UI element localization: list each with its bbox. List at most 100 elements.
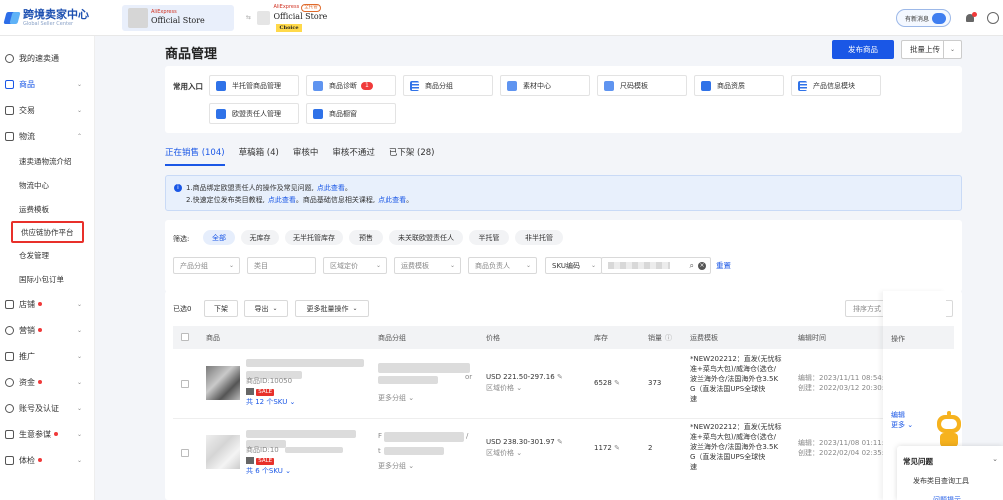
clear-icon[interactable]: × <box>698 261 706 270</box>
edit-link[interactable]: 编辑 <box>891 410 905 420</box>
chip-presale[interactable]: 预售 <box>349 230 383 245</box>
sidebar-item-account[interactable]: 账号及认证 ⌄ <box>0 395 94 421</box>
quick-entry-qualifications[interactable]: 商品资质 <box>694 75 784 96</box>
search-icon[interactable]: ⌕ <box>690 261 694 271</box>
user-icon[interactable] <box>987 12 999 24</box>
edit-icon[interactable]: ✎ <box>557 438 563 446</box>
notice-link[interactable]: 点此查看 <box>268 194 296 206</box>
quick-entry-showcase[interactable]: 商品橱窗 <box>306 103 396 124</box>
quick-entry-text: 产品信息模块 <box>813 81 855 90</box>
tab-under-review[interactable]: 审核中 <box>293 146 319 166</box>
help-icon[interactable]: ⓘ <box>665 334 672 342</box>
chevron-down-icon: ⌄ <box>76 404 82 412</box>
region-price-select[interactable]: 区域定价 ⌄ <box>323 257 387 274</box>
chip-all[interactable]: 全部 <box>203 230 235 245</box>
chip-no-eu-responsible[interactable]: 未关联欧盟责任人 <box>389 230 463 245</box>
store-tab-2[interactable]: ⇆ AliExpress 全托管 Official Store Choice <box>240 3 358 32</box>
sidebar-sub-logistics-intro[interactable]: 速卖通物流介绍 <box>0 149 94 173</box>
reset-link[interactable]: 重置 <box>716 260 731 271</box>
product-owner-select[interactable]: 商品负责人 ⌄ <box>468 257 537 274</box>
new-message-button[interactable]: 有新消息 <box>895 9 951 27</box>
account-icon <box>5 403 14 413</box>
category-input[interactable]: 类目 <box>247 257 316 274</box>
row-checkbox[interactable] <box>181 449 189 457</box>
edit-icon[interactable]: ✎ <box>614 379 620 387</box>
row-checkbox[interactable] <box>181 380 189 388</box>
quick-entry-size-template[interactable]: 尺码模板 <box>597 75 687 96</box>
chip-semi-managed[interactable]: 半托管 <box>469 230 509 245</box>
column-operation: 操作 <box>891 335 905 343</box>
region-price-link[interactable]: 区域价格 ⌄ <box>486 448 522 458</box>
select-all-checkbox[interactable] <box>181 333 189 341</box>
sidebar-item-trade[interactable]: 交易 ⌄ <box>0 97 94 123</box>
sku-count-link[interactable]: 共 6 个SKU ⌄ <box>246 466 291 476</box>
chevron-down-icon[interactable]: ⌄ <box>992 455 998 463</box>
shipping-template-select[interactable]: 运费模板 ⌄ <box>394 257 461 274</box>
help-robot-icon[interactable] <box>934 411 964 449</box>
more-link[interactable]: 更多 ⌄ <box>891 420 913 430</box>
store-switch-icon: ⇆ <box>246 14 252 21</box>
region-price-link[interactable]: 区域价格 ⌄ <box>486 383 522 393</box>
more-bulk-actions-button[interactable]: 更多批量操作 ⌄ <box>295 300 369 317</box>
logo[interactable]: 跨境卖家中心 Global Seller Center <box>4 8 122 27</box>
more-groups-link[interactable]: 更多分组 ⌄ <box>378 393 414 403</box>
quick-entry-label: 常用入口 <box>173 82 203 91</box>
red-dot <box>38 302 42 306</box>
quick-entry-materials[interactable]: 素材中心 <box>500 75 590 96</box>
group-prefix: F <box>378 432 383 440</box>
logo-icon <box>4 10 20 26</box>
sidebar-sub-warehouse[interactable]: 仓发管理 <box>0 243 94 267</box>
chevron-down-icon: ⌄ <box>76 378 82 386</box>
sidebar-item-marketing[interactable]: 营销 ⌄ <box>0 317 94 343</box>
chip-no-semi-stock[interactable]: 无半托管库存 <box>285 230 343 245</box>
sku-search-input[interactable]: ⌕ × <box>601 257 711 274</box>
product-group-select[interactable]: 产品分组 ⌄ <box>173 257 240 274</box>
quick-entry-eu-responsible[interactable]: 欧盟责任人管理 <box>209 103 299 124</box>
tab-drafts[interactable]: 草稿箱 (4) <box>239 146 279 166</box>
column-group: 商品分组 <box>378 333 406 342</box>
sidebar-sub-shipping-template[interactable]: 运费模板 <box>0 197 94 221</box>
tab-offline[interactable]: 已下架 (28) <box>389 146 435 166</box>
table-row[interactable]: 商品ID:10 SALE 共 6 个SKU ⌄ F / t 更多分组 ⌄ USD… <box>173 419 954 500</box>
help-item-category-tool[interactable]: 发布类目查询工具 <box>913 476 969 486</box>
sidebar-sub-logistics-center[interactable]: 物流中心 <box>0 173 94 197</box>
store-tab-1[interactable]: AliExpress Official Store <box>122 4 234 31</box>
sku-code-select[interactable]: SKU编码 ⌄ <box>545 257 602 274</box>
product-thumbnail[interactable] <box>206 366 240 400</box>
chip-non-semi-managed[interactable]: 非半托管 <box>515 230 563 245</box>
sidebar-item-store[interactable]: 店铺 ⌄ <box>0 291 94 317</box>
quick-entry-semi-managed[interactable]: 半托管商品管理 <box>209 75 299 96</box>
bell-icon[interactable] <box>965 11 977 24</box>
more-groups-link[interactable]: 更多分组 ⌄ <box>378 461 414 471</box>
notice-link[interactable]: 点此查看 <box>378 194 406 206</box>
quick-entry-diagnosis[interactable]: 商品诊断 1 <box>306 75 396 96</box>
publish-product-button[interactable]: 发布商品 <box>832 40 894 59</box>
bulk-upload-button[interactable]: 批量上传 ⌄ <box>901 40 962 59</box>
sidebar-item-home[interactable]: 我的速卖通 <box>0 45 94 71</box>
chip-out-of-stock[interactable]: 无库存 <box>241 230 279 245</box>
product-thumbnail[interactable] <box>206 435 240 469</box>
sidebar-item-health-check[interactable]: 体检 ⌄ <box>0 447 94 473</box>
sidebar-item-analytics[interactable]: 生意参谋 ⌄ <box>0 421 94 447</box>
table-row[interactable]: 商品ID:10050 SALE 共 12 个SKU ⌄ or 更多分组 ⌄ US… <box>173 349 954 419</box>
sku-count-link[interactable]: 共 12 个SKU ⌄ <box>246 397 295 407</box>
sidebar-sub-small-parcel[interactable]: 国际小包订单 <box>0 267 94 291</box>
tab-on-sale[interactable]: 正在销售 (104) <box>165 146 225 166</box>
notice-link[interactable]: 点此查看 <box>317 182 345 194</box>
offline-button[interactable]: 下架 <box>204 300 238 317</box>
export-button[interactable]: 导出 ⌄ <box>244 300 288 317</box>
tab-rejected[interactable]: 审核不通过 <box>332 146 375 166</box>
sidebar-item-promotion[interactable]: 推广 ⌄ <box>0 343 94 369</box>
sale-line: SALE <box>246 386 275 396</box>
chevron-down-icon[interactable]: ⌄ <box>943 41 961 58</box>
quick-entry-groups[interactable]: 商品分组 <box>403 75 493 96</box>
quick-entry-info-module[interactable]: 产品信息模块 <box>791 75 881 96</box>
help-item-tips[interactable]: 问题提示 <box>933 495 961 500</box>
edit-icon[interactable]: ✎ <box>614 444 620 452</box>
sidebar-item-funds[interactable]: 资金 ⌄ <box>0 369 94 395</box>
edit-icon[interactable]: ✎ <box>557 373 563 381</box>
sidebar-item-logistics[interactable]: 物流 ⌃ <box>0 123 94 149</box>
sidebar-sub-supply-chain[interactable]: 供应链协作平台 <box>11 221 84 243</box>
sidebar-item-products[interactable]: 商品 ⌄ <box>0 71 94 97</box>
ruler-icon <box>604 80 614 91</box>
